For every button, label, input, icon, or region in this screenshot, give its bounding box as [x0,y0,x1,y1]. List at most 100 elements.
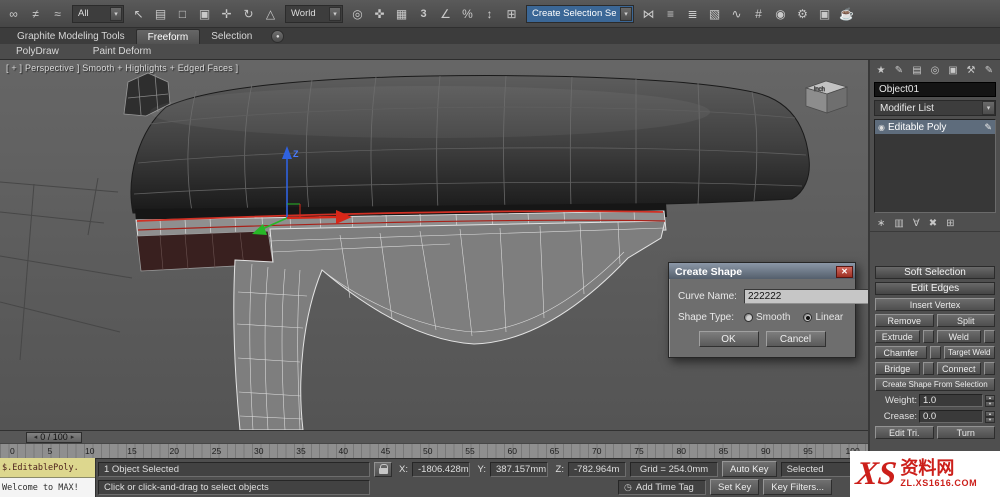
time-slider-track[interactable]: ◂ 0 / 100 ▸ [0,430,868,443]
modifier-list-dropdown[interactable]: Modifier List ▾ [874,100,996,116]
perspective-viewport[interactable]: inch Z [+] Perspective] Smooth + High… [0,60,868,430]
spinner-snap-icon[interactable]: ↕ [479,3,500,25]
dialog-titlebar[interactable]: Create Shape ✕ [669,263,855,279]
modifier-stack[interactable]: ◉ Editable Poly ✎ [874,119,996,213]
turn-button[interactable]: Turn [936,426,995,439]
keyboard-override-icon[interactable]: ▦ [391,3,412,25]
weld-settings-button[interactable] [984,330,995,343]
rendered-frame-icon[interactable]: ▣ [814,3,835,25]
viewport-canvas[interactable]: inch Z [0,60,868,430]
render-setup-icon[interactable]: ⚙ [792,3,813,25]
bridge-button[interactable]: Bridge [875,362,920,375]
select-and-link-icon[interactable]: ∞ [3,3,24,25]
stack-item-editable-poly[interactable]: ◉ Editable Poly ✎ [875,120,995,134]
close-icon[interactable]: ✕ [836,265,853,278]
key-filters-button[interactable]: Key Filters... [763,479,833,495]
y-coordinate-field[interactable]: 387.157mm [490,461,548,477]
listener-line[interactable]: Welcome to MAX! [0,478,95,497]
remove-button[interactable]: Remove [875,314,934,327]
tab-freeform[interactable]: Freeform [135,29,201,44]
polydraw-panel-button[interactable]: PolyDraw [16,46,59,57]
ribbon-minimize-icon[interactable]: ● [271,30,285,43]
select-and-move-icon[interactable]: ✛ [216,3,237,25]
extrude-button[interactable]: Extrude [875,330,920,343]
time-slider-handle[interactable]: ◂ 0 / 100 ▸ [26,431,82,443]
modify-tab-icon[interactable]: ✎ [892,63,906,78]
visibility-icon[interactable]: ◉ [878,123,885,132]
tab-selection[interactable]: Selection [200,29,263,44]
use-center-icon[interactable]: ◎ [347,3,368,25]
crease-spinner[interactable]: ▴ ▾ [985,410,995,423]
weight-spinner[interactable]: ▴ ▾ [985,394,995,407]
percent-snap-icon[interactable]: % [457,3,478,25]
chamfer-settings-button[interactable] [929,346,941,359]
select-object-icon[interactable]: ↖ [128,3,149,25]
add-time-tag-field[interactable]: ◷ Add Time Tag [618,479,706,495]
select-and-manipulate-icon[interactable]: ✜ [369,3,390,25]
cancel-button[interactable]: Cancel [765,331,826,347]
extrude-settings-button[interactable] [922,330,934,343]
paint-deform-panel-button[interactable]: Paint Deform [93,46,151,57]
viewport-label[interactable]: [ + ] Perspective ] Smooth + Highlights … [6,63,238,73]
weight-field[interactable]: 1.0 [919,394,983,407]
spin-down-icon[interactable]: ▾ [985,416,995,423]
schematic-view-icon[interactable]: # [748,3,769,25]
selection-filter-dropdown[interactable]: All ▾ [72,4,124,23]
configure-modifier-sets-icon[interactable]: ⊞ [946,218,954,229]
auto-key-button[interactable]: Auto Key [722,461,777,477]
spin-down-icon[interactable]: ▾ [985,400,995,407]
crease-field[interactable]: 0.0 [919,410,983,423]
soft-selection-rollout-header[interactable]: Soft Selection [875,266,995,279]
edit-edges-rollout-header[interactable]: Edit Edges [875,282,995,295]
layer-manager-icon[interactable]: ≣ [682,3,703,25]
x-coordinate-field[interactable]: -1806.428m [412,461,470,477]
weld-button[interactable]: Weld [936,330,981,343]
ok-button[interactable]: OK [698,331,759,347]
unlink-selection-icon[interactable]: ≠ [25,3,46,25]
make-unique-icon[interactable]: ∀ [913,218,920,229]
hierarchy-tab-icon[interactable]: ▤ [910,63,924,78]
model-body[interactable] [130,75,810,214]
pencil-icon[interactable]: ✎ [982,63,996,78]
selection-lock-button[interactable] [374,461,392,477]
bind-to-spacewarp-icon[interactable]: ≈ [47,3,68,25]
set-key-button[interactable]: Set Key [710,479,760,495]
show-end-result-icon[interactable]: ▥ [894,218,903,229]
select-by-name-icon[interactable]: ▤ [150,3,171,25]
motion-tab-icon[interactable]: ◎ [928,63,942,78]
frame-back-icon[interactable]: ◂ [34,433,38,441]
selection-region-icon[interactable]: □ [172,3,193,25]
edit-named-sets-icon[interactable]: ⊞ [501,3,522,25]
connect-button[interactable]: Connect [936,362,981,375]
target-weld-button[interactable]: Target Weld [943,346,995,359]
mirror-icon[interactable]: ⋈ [638,3,659,25]
macro-recorder-line[interactable]: $.EditablePoly. [0,458,95,478]
curve-name-input[interactable] [744,289,868,304]
named-selection-set-dropdown[interactable]: Create Selection Se ▾ [526,4,634,23]
smooth-radio[interactable]: Smooth [744,312,790,323]
pin-stack-icon[interactable]: ∗ [877,218,885,229]
chamfer-button[interactable]: Chamfer [875,346,927,359]
z-coordinate-field[interactable]: -782.964m [568,461,626,477]
select-and-rotate-icon[interactable]: ↻ [238,3,259,25]
reference-cube[interactable]: inch [804,80,849,114]
display-tab-icon[interactable]: ▣ [946,63,960,78]
insert-vertex-button[interactable]: Insert Vertex [875,298,995,311]
render-production-icon[interactable]: ☕ [836,3,857,25]
connect-settings-button[interactable] [984,362,995,375]
create-tab-icon[interactable]: ★ [874,63,888,78]
create-shape-from-selection-button[interactable]: Create Shape From Selection [875,378,995,391]
maxscript-mini-listener[interactable]: $.EditablePoly. Welcome to MAX! [0,458,96,497]
align-icon[interactable]: ≡ [660,3,681,25]
split-button[interactable]: Split [936,314,995,327]
reference-coordinate-dropdown[interactable]: World ▾ [285,4,343,23]
graphite-toggle-icon[interactable]: ▧ [704,3,725,25]
curve-editor-icon[interactable]: ∿ [726,3,747,25]
frame-forward-icon[interactable]: ▸ [71,433,75,441]
edit-tri-button[interactable]: Edit Tri. [875,426,934,439]
track-bar[interactable]: 0510152025303540455055606570758085909510… [0,443,868,458]
utilities-tab-icon[interactable]: ⚒ [964,63,978,78]
tab-graphite-modeling-tools[interactable]: Graphite Modeling Tools [6,29,136,44]
window-crossing-icon[interactable]: ▣ [194,3,215,25]
snap-toggle-icon[interactable]: 3 [413,3,434,25]
